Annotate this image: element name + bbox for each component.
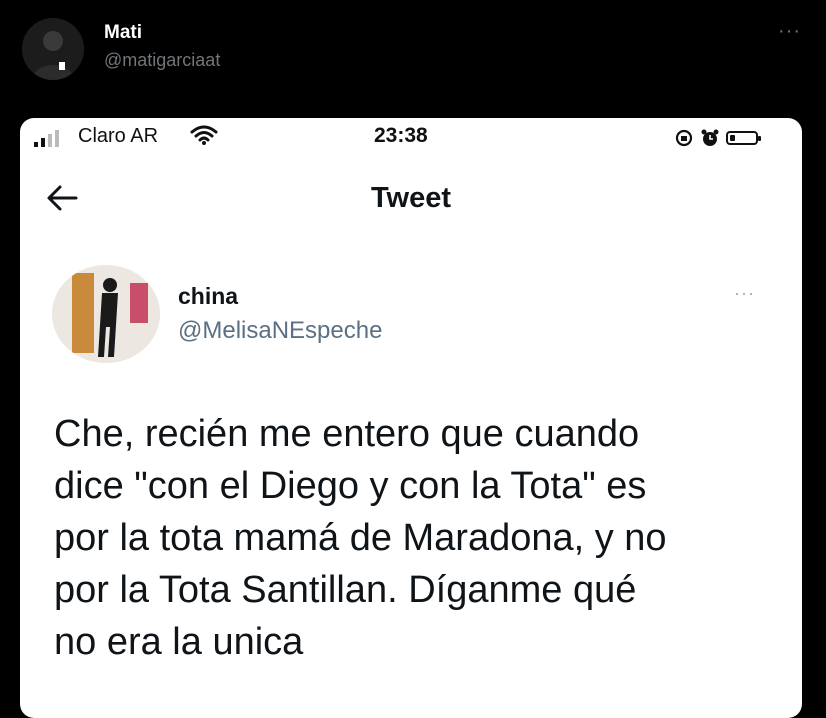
wifi-icon (190, 125, 218, 145)
battery-icon (726, 131, 761, 145)
battery-level (730, 135, 735, 141)
embedded-screenshot: Claro AR 23:38 Tweet china @MelisaNEspec… (20, 118, 802, 718)
outer-author-avatar[interactable] (22, 18, 84, 80)
more-horizontal-icon[interactable]: ··· (734, 283, 755, 304)
alarm-icon (701, 129, 719, 146)
status-time: 23:38 (374, 124, 428, 147)
inner-author-avatar[interactable] (52, 265, 160, 363)
more-options-icon[interactable]: ··· (778, 20, 801, 43)
outer-tweet-header: Mati @matigarciaat ··· (0, 0, 826, 110)
tweet-text: Che, recién me entero que cuando dice "c… (54, 413, 667, 663)
signal-icon (34, 130, 59, 147)
inner-author-name[interactable]: china (178, 283, 238, 310)
orientation-lock-icon (675, 129, 693, 147)
carrier-label: Claro AR (78, 125, 159, 147)
tweet-header: china @MelisaNEspeche ··· (20, 263, 802, 373)
avatar-photo (52, 265, 160, 363)
status-icons (674, 126, 761, 150)
avatar-photo (22, 18, 84, 80)
outer-author-name[interactable]: Mati (104, 22, 142, 44)
inner-author-handle[interactable]: @MelisaNEspeche (178, 317, 382, 345)
page-title: Tweet (370, 182, 452, 214)
nav-bar: Tweet (20, 170, 802, 226)
status-bar: Claro AR 23:38 (20, 118, 802, 158)
outer-author-handle[interactable]: @matigarciaat (104, 50, 220, 71)
